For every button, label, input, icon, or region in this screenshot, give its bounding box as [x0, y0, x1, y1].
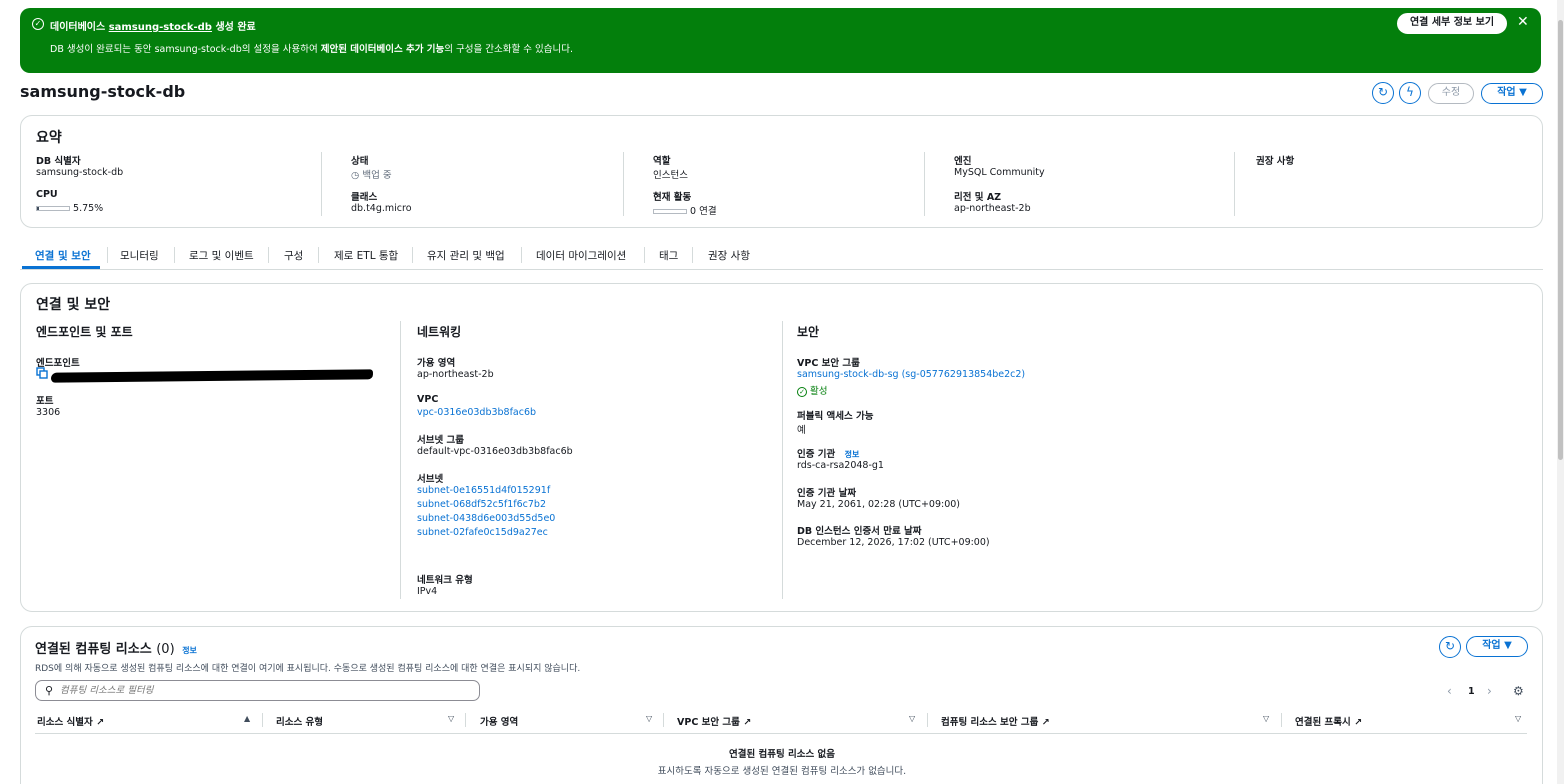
compute-actions-dropdown[interactable]: 작업 ▼: [1466, 636, 1528, 657]
empty-state-description: 표시하도록 자동으로 생성된 연결된 컴퓨팅 리소스가 없습니다.: [657, 766, 907, 777]
connectivity-security-card: 연결 및 보안 엔드포인트 및 포트 엔드포인트 포트 3306 네트워킹 가용…: [20, 283, 1543, 612]
role-value: 인스턴스: [653, 170, 688, 181]
close-icon[interactable]: ✕: [1517, 14, 1529, 30]
connectivity-security-title: 연결 및 보안: [36, 297, 111, 313]
security-group-status: ✓ 활성: [797, 383, 828, 397]
lightning-icon: ϟ: [1406, 85, 1414, 99]
summary-title: 요약: [36, 130, 62, 146]
subnet-link[interactable]: subnet-0e16551d4f015291f: [417, 485, 550, 496]
tab-monitoring[interactable]: 모니터링: [120, 248, 159, 263]
compute-description: RDS에 의해 자동으로 생성된 컴퓨팅 리소스에 대한 연결이 여기에 표시됩…: [35, 664, 581, 674]
connections-meter: [653, 209, 687, 214]
actions-dropdown[interactable]: 작업 ▼: [1481, 83, 1543, 104]
subnet-group-value: default-vpc-0316e03db3b8fac6b: [417, 446, 573, 457]
ca-info-link[interactable]: 정보: [845, 450, 860, 459]
external-link-icon: ↗: [743, 717, 752, 728]
external-link-icon: ↗: [1041, 717, 1050, 728]
quick-action-button[interactable]: ϟ: [1399, 82, 1421, 104]
class-value: db.t4g.micro: [351, 203, 412, 214]
tab-maintenance-backup[interactable]: 유지 관리 및 백업: [427, 248, 505, 263]
clock-icon: ◷: [351, 170, 360, 181]
page-number[interactable]: 1: [1468, 686, 1475, 697]
tab-data-migration[interactable]: 데이터 마이그레이션: [536, 248, 626, 263]
engine-value: MySQL Community: [954, 167, 1045, 178]
banner-title: 데이터베이스 samsung-stock-db 생성 완료: [50, 22, 256, 33]
subnet-link[interactable]: subnet-02fafe0c15d9a27ec: [417, 527, 548, 538]
summary-card: 요약 DB 식별자 samsung-stock-db 상태 ◷ 백업 중 역할 …: [20, 115, 1543, 228]
success-check-icon: ✓: [32, 18, 44, 30]
prev-page-icon[interactable]: ‹: [1447, 684, 1452, 698]
compute-search[interactable]: ⚲: [35, 680, 480, 701]
status-check-icon: ✓: [797, 386, 807, 397]
public-access-value: 예: [797, 425, 806, 436]
cpu-value: 5.75%: [36, 203, 103, 214]
cpu-meter: [36, 206, 70, 211]
settings-gear-icon[interactable]: ⚙: [1513, 684, 1524, 698]
ca-date-value: May 21, 2061, 02:28 (UTC+09:00): [797, 499, 960, 510]
search-icon: ⚲: [45, 684, 54, 697]
refresh-button[interactable]: ↻: [1372, 82, 1394, 104]
tab-tags[interactable]: 태그: [659, 248, 678, 263]
success-banner: ✓ 데이터베이스 samsung-stock-db 생성 완료 DB 생성이 완…: [20, 8, 1541, 73]
column-vpc-sg[interactable]: VPC 보안 그룹 ↗: [677, 714, 751, 728]
view-connection-details-button[interactable]: 연결 세부 정보 보기: [1397, 13, 1507, 34]
column-resource-type[interactable]: 리소스 유형: [276, 714, 323, 728]
column-az[interactable]: 가용 영역: [480, 714, 518, 728]
sort-ascending-icon[interactable]: ▲: [244, 714, 250, 723]
sort-icon[interactable]: ▽: [646, 714, 652, 723]
redacted-endpoint: [50, 369, 374, 383]
copy-icon[interactable]: [36, 367, 48, 379]
sort-icon[interactable]: ▽: [448, 714, 454, 723]
compute-refresh-button[interactable]: ↻: [1439, 636, 1461, 658]
tab-connectivity-security[interactable]: 연결 및 보안: [35, 248, 91, 263]
subnet-link[interactable]: subnet-0438d6e003d55d5e0: [417, 513, 555, 524]
security-group-link[interactable]: samsung-stock-db-sg (sg-057762913854be2c…: [797, 369, 1025, 380]
edit-button[interactable]: 수정: [1428, 83, 1474, 104]
external-link-icon: ↗: [96, 717, 105, 728]
port-value: 3306: [36, 407, 61, 418]
compute-info-link[interactable]: 정보: [182, 646, 197, 655]
compute-title: 연결된 컴퓨팅 리소스 (0) 정보: [35, 642, 197, 657]
ca-value: rds-ca-rsa2048-g1: [797, 460, 884, 471]
tab-logs-events[interactable]: 로그 및 이벤트: [189, 248, 254, 263]
column-resource-id[interactable]: 리소스 식별자 ↗: [37, 714, 104, 728]
next-page-icon[interactable]: ›: [1487, 684, 1492, 698]
scrollbar-thumb[interactable]: [1558, 20, 1563, 460]
subnet-link[interactable]: subnet-068df52c5f1f6c7b2: [417, 499, 546, 510]
activity-value: 0 연결: [653, 203, 717, 217]
sort-icon[interactable]: ▽: [1515, 714, 1521, 723]
sort-icon[interactable]: ▽: [1263, 714, 1269, 723]
refresh-icon: ↻: [1444, 639, 1456, 653]
external-link-icon: ↗: [1354, 717, 1363, 728]
empty-state-title: 연결된 컴퓨팅 리소스 없음: [728, 749, 836, 760]
column-proxy[interactable]: 연결된 프록시 ↗: [1295, 714, 1362, 728]
tab-zero-etl[interactable]: 제로 ETL 통합: [334, 248, 398, 263]
status-value: ◷ 백업 중: [351, 170, 392, 181]
column-compute-sg[interactable]: 컴퓨팅 리소스 보안 그룹 ↗: [941, 714, 1050, 728]
tab-recommendations[interactable]: 권장 사항: [708, 248, 750, 263]
region-az-value: ap-northeast-2b: [954, 203, 1031, 214]
sort-icon[interactable]: ▽: [909, 714, 915, 723]
refresh-icon: ↻: [1377, 85, 1389, 99]
active-tab-indicator: [22, 266, 100, 269]
banner-db-link[interactable]: samsung-stock-db: [109, 22, 212, 33]
db-identifier-value: samsung-stock-db: [36, 167, 124, 178]
az-value: ap-northeast-2b: [417, 369, 494, 380]
network-type-value: IPv4: [417, 586, 438, 597]
vpc-link[interactable]: vpc-0316e03db3b8fac6b: [417, 407, 536, 418]
cert-expiry-value: December 12, 2026, 17:02 (UTC+09:00): [797, 537, 990, 548]
compute-search-input[interactable]: [60, 683, 470, 698]
compute-resources-card: [20, 626, 1543, 784]
detail-tabs: 연결 및 보안 모니터링 로그 및 이벤트 구성 제로 ETL 통합 유지 관리…: [20, 242, 1543, 270]
tab-configuration[interactable]: 구성: [284, 248, 303, 263]
banner-message: DB 생성이 완료되는 동안 samsung-stock-db의 설정을 사용하…: [50, 44, 574, 55]
page-title: samsung-stock-db: [20, 82, 186, 101]
